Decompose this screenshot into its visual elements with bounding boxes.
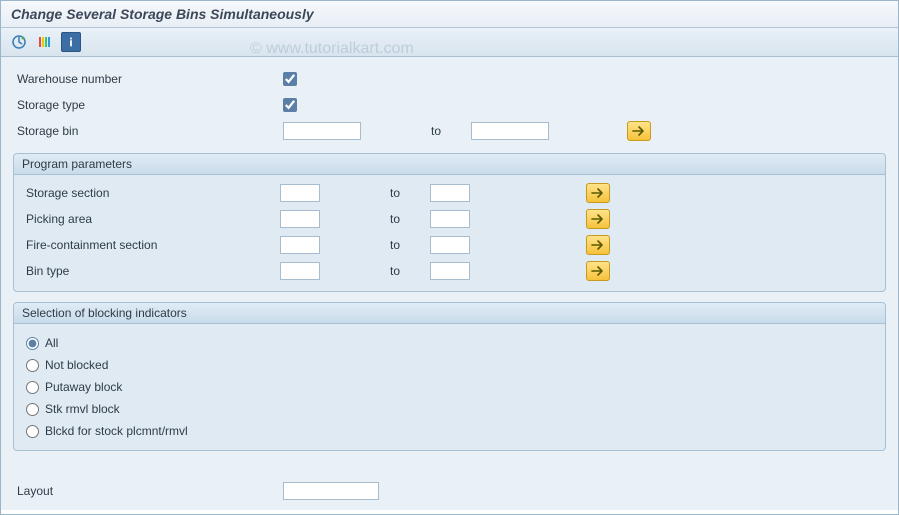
warehouse-number-checkbox[interactable] [283,72,297,86]
radio-stk-rmvl-block-input[interactable] [26,403,39,416]
radio-putaway-block-input[interactable] [26,381,39,394]
storage-bin-to-input[interactable] [471,122,549,140]
radio-all[interactable]: All [26,332,873,354]
page-title: Change Several Storage Bins Simultaneous… [1,1,898,28]
storage-section-multiselect-button[interactable] [586,183,610,203]
program-parameters-title: Program parameters [14,154,885,175]
to-label-4: to [320,264,430,278]
picking-area-to-input[interactable] [430,210,470,228]
bin-type-label: Bin type [18,264,280,278]
storage-bin-from-input[interactable] [283,122,361,140]
storage-section-from-input[interactable] [280,184,320,202]
storage-bin-multiselect-button[interactable] [627,121,651,141]
storage-type-checkbox[interactable] [283,98,297,112]
storage-section-to-input[interactable] [430,184,470,202]
fire-containment-multiselect-button[interactable] [586,235,610,255]
bin-type-from-input[interactable] [280,262,320,280]
colors-icon[interactable] [35,32,55,52]
picking-area-from-input[interactable] [280,210,320,228]
fire-containment-to-input[interactable] [430,236,470,254]
bin-type-multiselect-button[interactable] [586,261,610,281]
radio-stk-rmvl-block[interactable]: Stk rmvl block [26,398,873,420]
storage-section-label: Storage section [18,186,280,200]
fire-containment-label: Fire-containment section [18,238,280,252]
radio-blckd-plcmnt-rmvl-label: Blckd for stock plcmnt/rmvl [45,424,188,438]
radio-not-blocked-input[interactable] [26,359,39,372]
radio-blckd-plcmnt-rmvl[interactable]: Blckd for stock plcmnt/rmvl [26,420,873,442]
toolbar [1,28,898,57]
radio-stk-rmvl-block-label: Stk rmvl block [45,402,120,416]
radio-not-blocked[interactable]: Not blocked [26,354,873,376]
blocking-indicators-group: Selection of blocking indicators All Not… [13,302,886,451]
storage-bin-to-label: to [361,124,471,138]
radio-blckd-plcmnt-rmvl-input[interactable] [26,425,39,438]
info-icon[interactable] [61,32,81,52]
radio-all-label: All [45,336,58,350]
bin-type-to-input[interactable] [430,262,470,280]
to-label-3: to [320,238,430,252]
radio-putaway-block-label: Putaway block [45,380,122,394]
execute-icon[interactable] [9,32,29,52]
to-label: to [320,186,430,200]
radio-all-input[interactable] [26,337,39,350]
layout-input[interactable] [283,482,379,500]
fire-containment-from-input[interactable] [280,236,320,254]
to-label-2: to [320,212,430,226]
storage-type-label: Storage type [13,98,283,112]
storage-bin-label: Storage bin [13,124,283,138]
content-area: Warehouse number Storage type Storage bi… [1,57,898,510]
layout-label: Layout [13,484,283,498]
picking-area-multiselect-button[interactable] [586,209,610,229]
radio-putaway-block[interactable]: Putaway block [26,376,873,398]
blocking-indicators-title: Selection of blocking indicators [14,303,885,324]
warehouse-number-label: Warehouse number [13,72,283,86]
radio-not-blocked-label: Not blocked [45,358,108,372]
picking-area-label: Picking area [18,212,280,226]
program-parameters-group: Program parameters Storage section to Pi… [13,153,886,292]
